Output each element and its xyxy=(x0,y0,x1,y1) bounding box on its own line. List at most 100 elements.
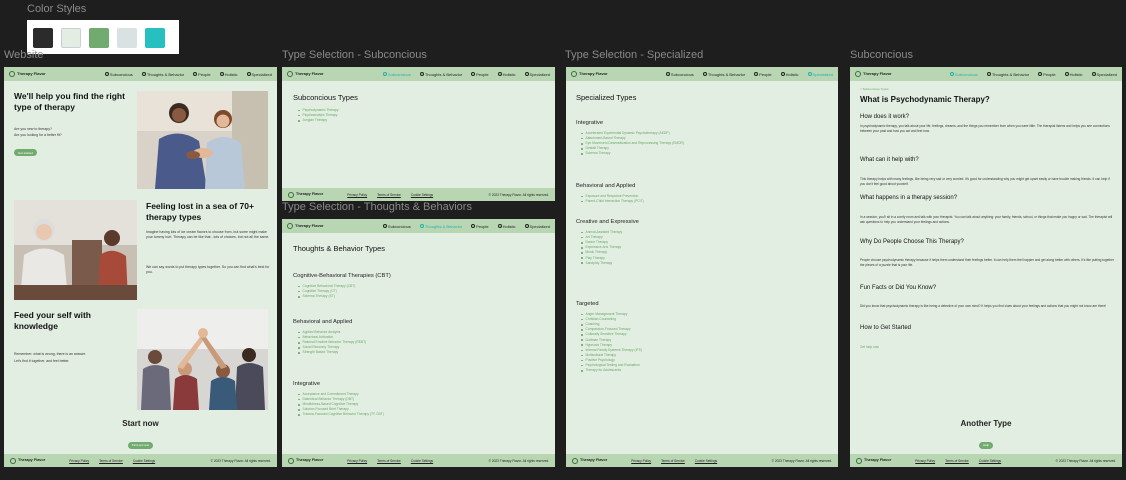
top-nav: Therapy Flavor Subconcious Thoughts & Be… xyxy=(850,67,1122,81)
nav-thoughts[interactable]: Thoughts & Behavior xyxy=(419,224,462,229)
nav-specialized[interactable]: Specialized xyxy=(1091,72,1117,77)
swatch-dark[interactable] xyxy=(33,28,53,48)
top-nav: Therapy Flavor Subconcious Thoughts & Be… xyxy=(4,67,277,81)
swatch-teal[interactable] xyxy=(145,28,165,48)
nav-holistic[interactable]: Holistic xyxy=(780,72,799,77)
privacy-policy-link[interactable]: Privacy Policy xyxy=(347,193,367,197)
frame-label-thoughts-selection: Type Selection - Thoughts & Behaviors xyxy=(282,201,472,213)
swatch-light-mint[interactable] xyxy=(61,28,81,48)
cookie-settings-link[interactable]: Cookie Settings xyxy=(133,459,155,463)
copyright: © 2023 Therapy Flavor. All rights reserv… xyxy=(488,192,549,197)
nav-thoughts[interactable]: Thoughts & Behavior xyxy=(419,72,462,77)
nav-specialized[interactable]: Specialized xyxy=(807,72,833,77)
people-icon xyxy=(754,72,759,76)
copyright: © 2023 Therapy Flavor. All rights reserv… xyxy=(1055,458,1116,463)
nav-logo[interactable]: Therapy Flavor xyxy=(287,223,324,229)
breadcrumb[interactable]: < Subconcious Types xyxy=(860,87,889,91)
nav-subconcious[interactable]: Subconcious xyxy=(949,72,978,77)
nav-people[interactable]: People xyxy=(754,72,772,77)
nav-subconcious[interactable]: Subconcious xyxy=(104,72,133,77)
thought-bubble-icon xyxy=(986,72,991,76)
footer-logo[interactable]: Therapy Flavor xyxy=(10,457,45,464)
footer-logo[interactable]: Therapy Flavor xyxy=(856,457,891,464)
nav-subconcious[interactable]: Subconcious xyxy=(665,72,694,77)
terms-of-service-link[interactable]: Terms of Service xyxy=(377,459,401,463)
find-out-now-button[interactable]: Find out now xyxy=(127,441,154,449)
help-button[interactable]: Help xyxy=(978,441,994,449)
terms-of-service-link[interactable]: Terms of Service xyxy=(661,459,685,463)
terms-of-service-link[interactable]: Terms of Service xyxy=(99,459,123,463)
thought-bubble-icon xyxy=(419,72,424,76)
section-paragraph: People choose psychodynamic therapy beca… xyxy=(860,258,1114,268)
specialized-icon xyxy=(246,72,251,76)
list-item[interactable]: Therapy for Adolescents xyxy=(581,368,642,373)
nav-people[interactable]: People xyxy=(1038,72,1056,77)
cookie-settings-link[interactable]: Cookie Settings xyxy=(411,193,433,197)
swatch-green[interactable] xyxy=(89,28,109,48)
group-title: Cognitive-Behavioral Therapies (CBT) xyxy=(293,273,391,279)
swatch-light-gray[interactable] xyxy=(117,28,137,48)
terms-of-service-link[interactable]: Terms of Service xyxy=(377,193,401,197)
list-item[interactable]: Jungian Therapy xyxy=(298,118,339,123)
cookie-settings-link[interactable]: Cookie Settings xyxy=(695,459,717,463)
nav-subconcious[interactable]: Subconcious xyxy=(382,224,411,229)
footer-logo[interactable]: Therapy Flavor xyxy=(288,457,323,464)
nav-holistic[interactable]: Holistic xyxy=(497,224,516,229)
privacy-policy-link[interactable]: Privacy Policy xyxy=(347,459,367,463)
privacy-policy-link[interactable]: Privacy Policy xyxy=(69,459,89,463)
privacy-policy-link[interactable]: Privacy Policy xyxy=(631,459,651,463)
nav-subconcious[interactable]: Subconcious xyxy=(382,72,411,77)
feed-paragraph-1: Remember: what is wrong, there is an ans… xyxy=(14,352,86,356)
group-title: Creative and Expressive xyxy=(576,219,639,225)
logo-mark-icon xyxy=(287,71,293,77)
nav-people[interactable]: People xyxy=(471,72,489,77)
cookie-settings-link[interactable]: Cookie Settings xyxy=(411,459,433,463)
copyright: © 2023 Therapy Flavor. All rights reserv… xyxy=(488,458,549,463)
cookie-settings-link[interactable]: Cookie Settings xyxy=(979,459,1001,463)
frame-label-website: Website xyxy=(4,49,44,61)
copyright: © 2023 Therapy Flavor. All rights reserv… xyxy=(210,458,271,463)
list-item[interactable]: Trauma-Focused Cognitive Behavior Therap… xyxy=(298,412,384,417)
list-item[interactable]: Strength Based Therapy xyxy=(298,350,366,355)
section-heading: Fun Facts or Did You Know? xyxy=(860,285,937,291)
nav-thoughts[interactable]: Thoughts & Behavior xyxy=(702,72,745,77)
footer-logo[interactable]: Therapy Flavor xyxy=(572,457,607,464)
group-photo xyxy=(14,200,137,300)
section-paragraph: This therapy helps with many feelings, l… xyxy=(860,177,1110,187)
list-item[interactable]: Sandplay Therapy xyxy=(581,261,622,266)
nav-specialized[interactable]: Specialized xyxy=(524,72,550,77)
holistic-icon xyxy=(497,224,502,228)
footer-logo[interactable]: Therapy Flavor xyxy=(288,191,323,198)
list-item[interactable]: Schema Therapy (ST) xyxy=(298,294,355,299)
copyright: © 2023 Therapy Flavor. All rights reserv… xyxy=(771,458,832,463)
color-swatches xyxy=(27,20,179,54)
nav-holistic[interactable]: Holistic xyxy=(1064,72,1083,77)
thoughts-types-title: Thoughts & Behavior Types xyxy=(293,244,385,253)
get-help-now-link[interactable]: Get help now xyxy=(860,345,879,349)
nav-specialized[interactable]: Specialized xyxy=(524,224,550,229)
nav-logo[interactable]: Therapy Flavor xyxy=(9,71,46,77)
get-started-button[interactable]: Get started xyxy=(14,149,37,156)
logo-mark-icon xyxy=(855,71,861,77)
nav-thoughts[interactable]: Thoughts & Behavior xyxy=(986,72,1029,77)
nav-specialized[interactable]: Specialized xyxy=(246,72,272,77)
top-nav: Therapy Flavor Subconcious Thoughts & Be… xyxy=(566,67,838,81)
nav-logo[interactable]: Therapy Flavor xyxy=(287,71,324,77)
nav-thoughts[interactable]: Thoughts & Behavior xyxy=(141,72,184,77)
group-title: Targeted xyxy=(576,301,599,307)
nav-holistic[interactable]: Holistic xyxy=(497,72,516,77)
nav-logo[interactable]: Therapy Flavor xyxy=(855,71,892,77)
nav-logo[interactable]: Therapy Flavor xyxy=(571,71,608,77)
logo-mark-icon xyxy=(288,191,294,198)
nav-people[interactable]: People xyxy=(471,224,489,229)
privacy-policy-link[interactable]: Privacy Policy xyxy=(915,459,935,463)
specialized-icon xyxy=(524,72,529,76)
list-item[interactable]: Schema Therapy xyxy=(581,151,684,156)
list-item[interactable]: Parent-Child Interaction Therapy (PCIT) xyxy=(581,199,644,204)
section-heading: How to Get Started xyxy=(860,325,912,331)
nav-holistic[interactable]: Holistic xyxy=(219,72,238,77)
nav-people[interactable]: People xyxy=(193,72,211,77)
people-icon xyxy=(471,72,476,76)
frame-label-subconcious: Subconcious xyxy=(850,49,913,61)
terms-of-service-link[interactable]: Terms of Service xyxy=(945,459,969,463)
